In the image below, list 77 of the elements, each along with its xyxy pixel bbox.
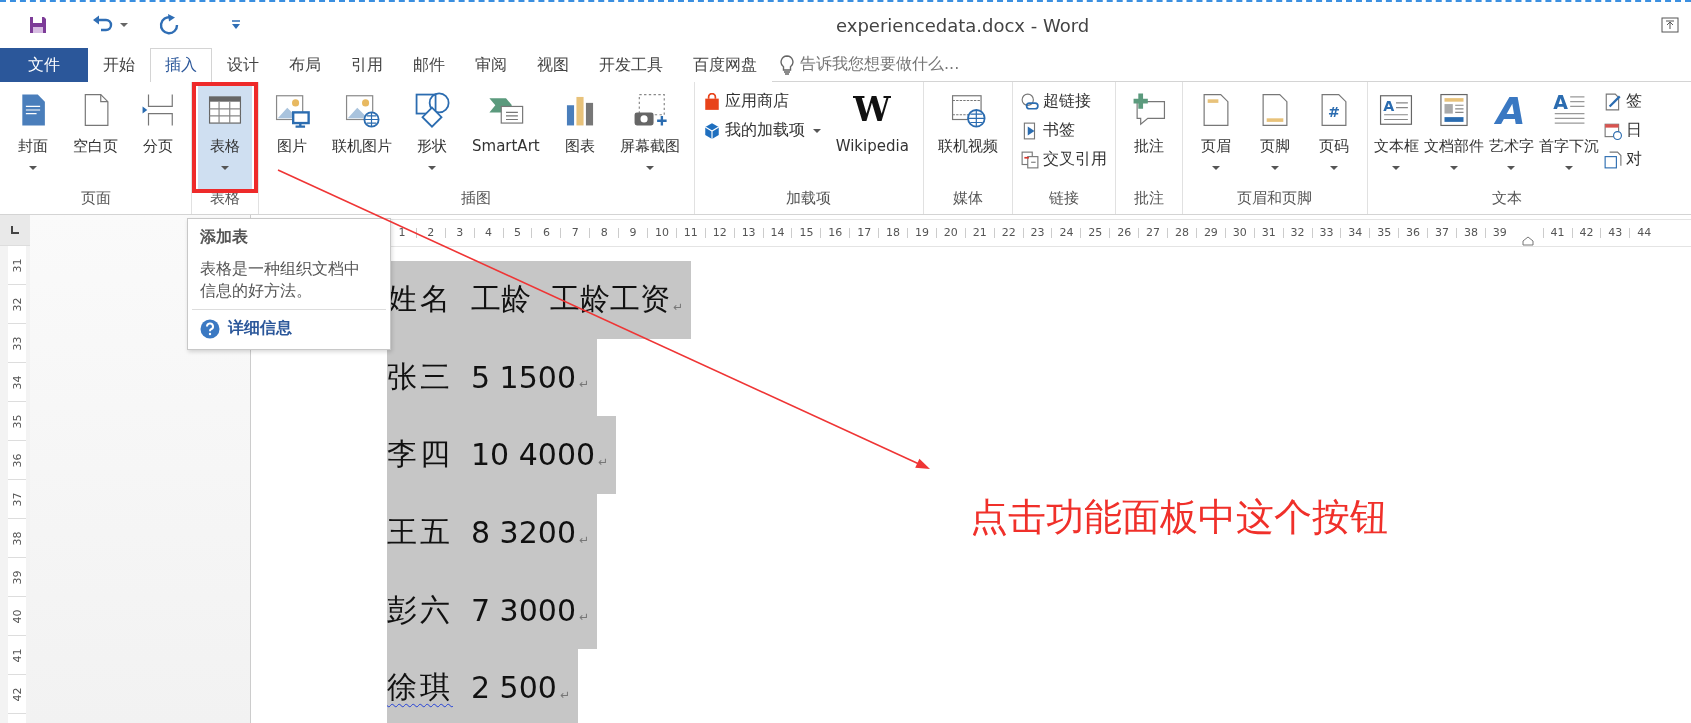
word-art-icon: A xyxy=(1492,91,1531,129)
caret-icon xyxy=(428,166,436,170)
tab-selector-button[interactable] xyxy=(0,215,30,246)
ribbon-button[interactable]: 分页 xyxy=(131,85,185,189)
window-title: experiencedata.docx - Word xyxy=(836,14,1090,36)
ribbon-button[interactable]: 页脚 xyxy=(1247,85,1302,189)
ribbon-button[interactable]: 封面 xyxy=(6,85,60,189)
caret-icon xyxy=(1507,166,1516,170)
ribbon-button[interactable]: 签 xyxy=(1601,89,1642,114)
caret-icon xyxy=(1270,166,1279,170)
save-icon[interactable] xyxy=(28,15,48,35)
group-label: 链接 xyxy=(1048,189,1079,209)
annotation-note: 点击功能面板中这个按钮 xyxy=(970,494,1388,541)
group-label: 页面 xyxy=(80,189,111,209)
group-label: 文本 xyxy=(1491,189,1522,209)
shopping-bag-icon xyxy=(702,92,721,111)
caret-icon xyxy=(1449,166,1458,170)
signature-icon xyxy=(1603,92,1622,111)
cross-reference-icon xyxy=(1020,150,1039,169)
caret-icon xyxy=(1329,166,1338,170)
ribbon-button[interactable]: 文档部件 xyxy=(1421,85,1486,189)
more-info-link[interactable]: 详细信息 xyxy=(188,318,304,340)
chain-link-icon xyxy=(1020,92,1039,111)
caret-icon xyxy=(812,128,821,133)
indent-marker-icon[interactable] xyxy=(1522,236,1535,246)
customize-toolbar-icon[interactable] xyxy=(230,20,242,30)
group-label: 媒体 xyxy=(952,189,983,209)
ribbon-button[interactable]: A 艺术字 xyxy=(1486,85,1536,189)
ribbon-button[interactable]: 书签 xyxy=(1016,118,1111,143)
tooltip-title: 添加表 xyxy=(199,227,249,248)
group-label: 批注 xyxy=(1133,189,1164,209)
help-icon xyxy=(200,318,220,339)
ribbon-button[interactable]: A 首字下沉 xyxy=(1536,85,1601,189)
caret-icon xyxy=(1211,166,1220,170)
ribbon-button[interactable]: 形状 xyxy=(405,85,459,189)
ribbon-tab[interactable]: 插入 xyxy=(150,48,212,82)
ribbon-button[interactable]: 日 xyxy=(1601,118,1642,143)
tooltip-description: 表格是一种组织文档中信息的好方法。 xyxy=(199,258,361,302)
ribbon-button[interactable]: W Wikipedia xyxy=(827,85,917,189)
wikipedia-logo-icon: W xyxy=(853,91,892,129)
caret-icon[interactable] xyxy=(120,23,128,27)
group-label: 插图 xyxy=(461,189,492,209)
caret-icon xyxy=(1564,166,1573,170)
caret-icon xyxy=(1392,166,1401,170)
ribbon-button[interactable]: 应用商店 xyxy=(698,89,825,114)
ribbon-button[interactable]: 批注 xyxy=(1121,85,1176,189)
ribbon-display-options-icon[interactable] xyxy=(1661,17,1679,33)
ribbon-button[interactable]: 交叉引用 xyxy=(1016,147,1111,172)
caret-icon xyxy=(645,166,654,170)
ribbon-button[interactable]: 联机视频 xyxy=(929,85,1006,189)
ribbon-button[interactable]: SmartArt xyxy=(464,85,548,189)
ribbon-button[interactable]: A 文本框 xyxy=(1371,85,1421,189)
ribbon-button[interactable]: 超链接 xyxy=(1016,89,1111,114)
ribbon-button[interactable]: 我的加载项 xyxy=(698,118,825,143)
ribbon-button[interactable]: 对 xyxy=(1601,147,1642,172)
tell-me-search[interactable]: 告诉我您想要做什么... xyxy=(772,48,968,81)
ribbon-button[interactable]: 联机图片 xyxy=(324,85,400,189)
group-label: 页眉和页脚 xyxy=(1237,189,1313,209)
caret-icon xyxy=(221,166,229,170)
object-icon xyxy=(1603,150,1622,169)
shapes-icon xyxy=(413,91,451,129)
ribbon-button[interactable]: 图片 xyxy=(265,85,319,189)
ribbon-tab[interactable]: 文件 xyxy=(0,48,88,82)
vertical-ruler: 31 32 33 34 35 36 37 38 39 40 41 42 xyxy=(8,246,26,723)
ribbon-button[interactable]: 页眉 xyxy=(1188,85,1243,189)
repeat-icon[interactable] xyxy=(158,14,180,36)
ribbon-button[interactable]: # 页码 xyxy=(1306,85,1361,189)
ribbon-button[interactable]: 表格 xyxy=(198,85,252,189)
calendar-icon xyxy=(1603,121,1622,140)
cube-icon xyxy=(702,121,721,140)
ribbon-button[interactable]: 屏幕截图 xyxy=(611,85,688,189)
ribbon-button[interactable]: 图表 xyxy=(552,85,607,189)
ribbon-button[interactable]: 空白页 xyxy=(65,85,126,189)
tab-stop-icon xyxy=(10,225,20,235)
group-label: 加载项 xyxy=(786,189,832,209)
caret-icon xyxy=(29,166,37,170)
lightbulb-icon xyxy=(780,54,794,75)
